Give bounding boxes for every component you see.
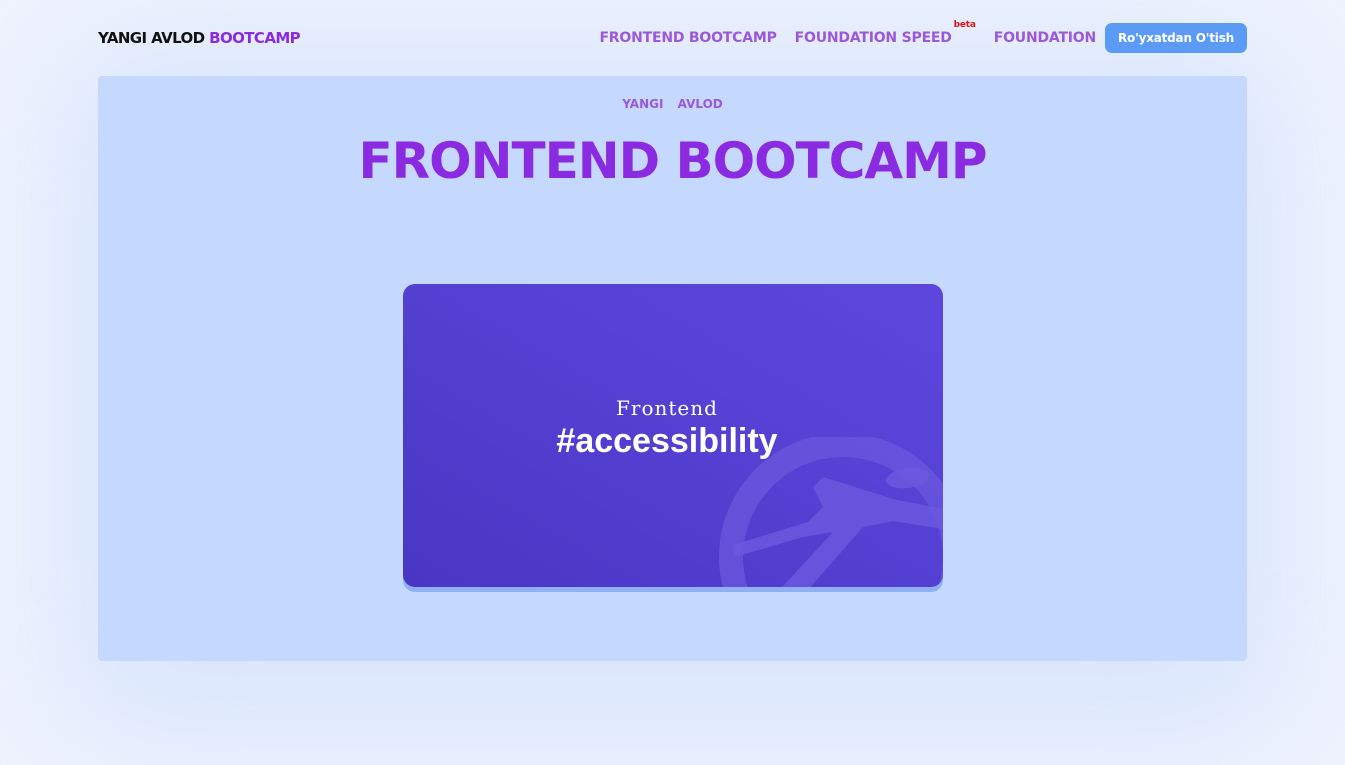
nav-link-frontend-bootcamp[interactable]: FRONTEND BOOTCAMP	[599, 30, 776, 46]
breadcrumb-item[interactable]: AVLOD	[678, 97, 723, 111]
beta-badge: beta	[953, 20, 976, 30]
page-title: FRONTEND BOOTCAMP	[358, 132, 987, 190]
banner-headline: #accessibility	[556, 422, 778, 460]
banner-subtitle: Frontend	[616, 396, 718, 420]
breadcrumb-item[interactable]: YANGI	[622, 97, 663, 111]
breadcrumb: YANGI AVLOD	[98, 97, 1247, 111]
logo-text-primary: YANGI AVLOD	[98, 29, 205, 47]
course-banner-card: Frontend #accessibility	[403, 284, 943, 587]
register-button[interactable]: Ro'yxatdan O'tish	[1105, 23, 1247, 53]
hero-section: YANGI AVLOD FRONTEND BOOTCAMP Frontend #…	[98, 76, 1247, 661]
site-logo[interactable]: YANGI AVLOD BOOTCAMP	[98, 29, 301, 47]
logo-text-accent: BOOTCAMP	[209, 29, 301, 47]
nav-link-foundation-speed[interactable]: FOUNDATION SPEED beta	[794, 20, 976, 46]
main-nav: FRONTEND BOOTCAMP FOUNDATION SPEED beta …	[599, 20, 1247, 53]
nav-link-foundation[interactable]: FOUNDATION	[994, 30, 1096, 46]
nav-link-label: FOUNDATION SPEED	[794, 30, 952, 46]
site-header: YANGI AVLOD BOOTCAMP FRONTEND BOOTCAMP F…	[98, 20, 1247, 56]
